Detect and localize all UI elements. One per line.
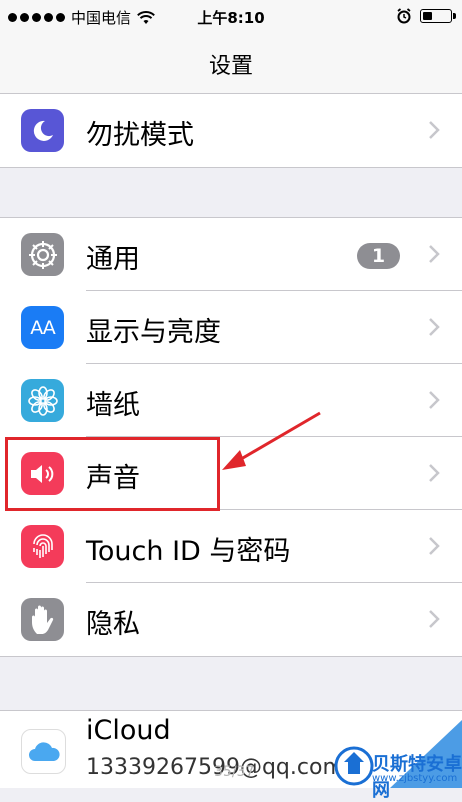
settings-row-do-not-disturb[interactable]: 勿扰模式 [0, 94, 462, 167]
chevron-right-icon [429, 318, 440, 336]
chevron-right-icon [429, 610, 440, 628]
chevron-right-icon [429, 537, 440, 555]
row-label: 勿扰模式 [86, 120, 194, 151]
flower-icon [21, 379, 64, 422]
watermark-url: www.zjbstyy.com [372, 773, 458, 784]
hand-icon [21, 598, 64, 641]
status-bar: 中国电信 上午8:10 [0, 0, 462, 34]
notification-badge: 1 [357, 243, 400, 269]
settings-row-privacy[interactable]: 隐私 [0, 583, 462, 656]
chevron-right-icon [429, 245, 440, 263]
fingerprint-icon [21, 525, 64, 568]
aa-icon: AA [21, 306, 64, 349]
gear-icon [21, 233, 64, 276]
settings-row-touch-id-passcode[interactable]: Touch ID 与密码 [0, 510, 462, 583]
battery-icon [420, 9, 456, 23]
status-right [396, 8, 456, 24]
chevron-right-icon [429, 391, 440, 409]
row-label: 隐私 [86, 609, 140, 640]
row-label: 显示与亮度 [86, 317, 221, 348]
navigation-bar: 设置 [0, 34, 462, 94]
settings-group-1: 勿扰模式 [0, 93, 462, 168]
highlight-box [5, 437, 220, 511]
cloud-icon [21, 729, 66, 774]
settings-row-display-brightness[interactable]: AA 显示与亮度 [0, 291, 462, 364]
page-title: 设置 [208, 54, 253, 79]
icloud-label: iCloud [86, 715, 171, 746]
row-label: 通用 [86, 244, 140, 275]
alarm-icon [397, 8, 411, 24]
row-label: Touch ID 与密码 [86, 536, 291, 567]
page-counter: 35/37 [214, 764, 255, 780]
settings-row-general[interactable]: 通用 1 [0, 218, 462, 291]
row-label: 墙纸 [86, 390, 140, 421]
chevron-right-icon [429, 121, 440, 139]
chevron-right-icon [429, 464, 440, 482]
status-time: 上午8:10 [197, 9, 265, 27]
settings-row-wallpaper[interactable]: 墙纸 [0, 364, 462, 437]
moon-icon [21, 109, 64, 152]
aa-icon-text: AA [30, 316, 56, 339]
